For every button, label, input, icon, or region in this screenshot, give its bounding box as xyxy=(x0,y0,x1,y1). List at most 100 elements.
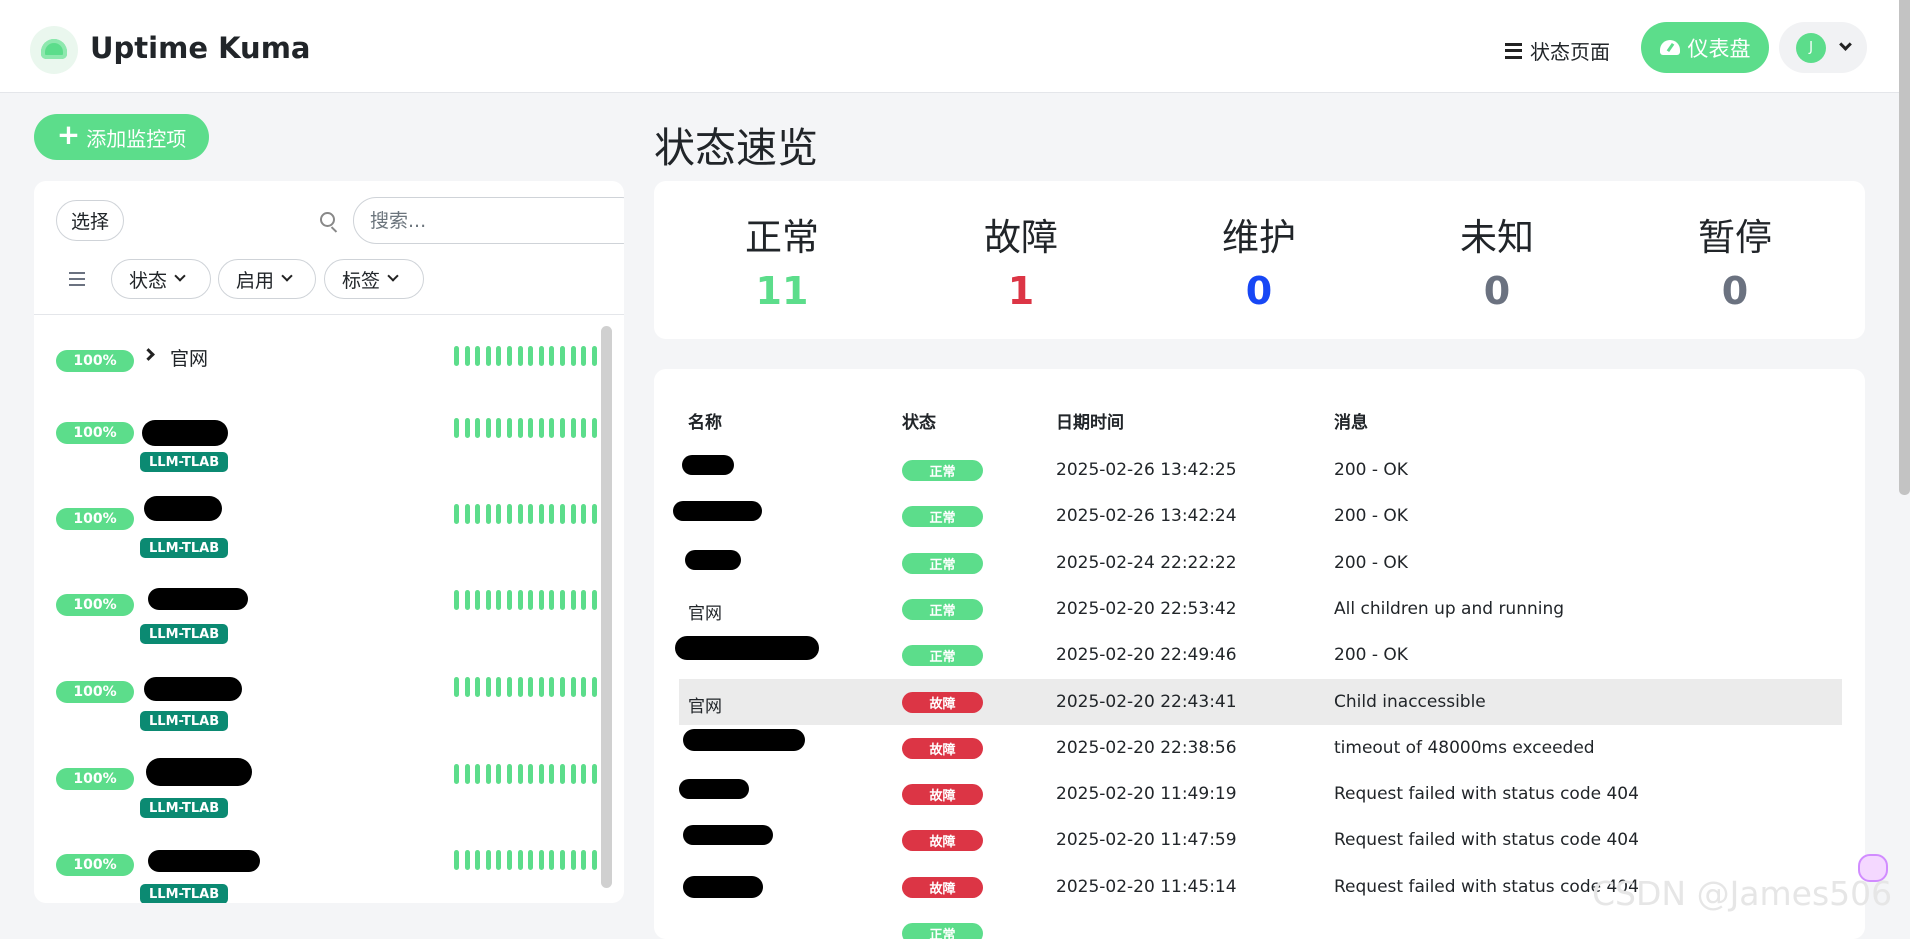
table-row[interactable]: 官网 正常 2025-02-20 22:53:42 All children up a… xyxy=(679,586,1842,632)
heartbeat-tick xyxy=(581,850,587,870)
search-icon xyxy=(320,212,335,227)
redacted-name xyxy=(682,455,734,475)
table-row[interactable]: 正常 2025-02-20 22:49:46 200 - OK xyxy=(675,632,1842,678)
heartbeat-tick xyxy=(517,850,523,870)
tags-filter-button[interactable]: 标签 xyxy=(324,259,424,299)
redacted-name xyxy=(148,588,248,610)
heartbeat-tick xyxy=(464,590,470,610)
uptime-badge: 100% xyxy=(56,854,134,876)
profile-menu[interactable]: J xyxy=(1779,22,1867,73)
uptime-badge: 100% xyxy=(56,768,134,790)
dashboard-button[interactable]: 仪表盘 xyxy=(1641,22,1769,73)
table-row[interactable]: 正常 2025-02-26 13:42:25 200 - OK xyxy=(679,447,1842,493)
event-datetime: 2025-02-20 22:43:41 xyxy=(1056,691,1237,712)
page-scrollbar[interactable] xyxy=(1899,0,1910,495)
status-badge: 正常 xyxy=(902,552,983,574)
tag-badge: LLM-TLAB xyxy=(140,624,229,644)
column-header-datetime: 日期时间 xyxy=(1056,413,1124,433)
dashboard-label: 仪表盘 xyxy=(1687,36,1751,61)
status-badge: 正常 xyxy=(902,460,983,481)
status-badge: 故障 xyxy=(902,876,983,898)
page-title: 状态速览 xyxy=(654,124,818,172)
heartbeat-tick xyxy=(464,504,470,524)
uptime-badge: 100% xyxy=(56,350,134,372)
top-navbar: Uptime Kuma 状态页面 仪表盘 J xyxy=(0,0,1900,93)
redacted-name xyxy=(683,875,763,898)
stat-label: 维护 xyxy=(1222,216,1296,259)
tag-badge: LLM-TLAB xyxy=(140,711,229,731)
heartbeat-tick xyxy=(454,764,459,784)
heartbeat-tick xyxy=(559,677,565,697)
chevron-right-icon[interactable] xyxy=(142,348,155,361)
heartbeat-tick xyxy=(591,346,597,366)
tags-filter-label: 标签 xyxy=(342,269,381,292)
heartbeat-tick xyxy=(528,764,534,784)
uptime-badge: 100% xyxy=(56,422,134,444)
redacted-name xyxy=(673,501,762,522)
gauge-icon xyxy=(1659,40,1680,55)
brand-title[interactable]: Uptime Kuma xyxy=(90,31,311,65)
heartbeat-tick xyxy=(591,504,597,524)
monitor-list-scrollbar[interactable] xyxy=(601,326,612,888)
heartbeat-tick xyxy=(475,764,481,784)
heartbeat-tick xyxy=(549,850,555,870)
table-row[interactable]: 官网 故障 2025-02-20 22:43:41 Child inaccessibl… xyxy=(679,678,1842,725)
heartbeat-bar xyxy=(454,850,597,870)
tag-badge: LLM-TLAB xyxy=(140,452,229,472)
status-pages-link[interactable]: 状态页面 xyxy=(1505,36,1610,65)
filter-list-icon[interactable] xyxy=(69,272,85,286)
table-row[interactable]: 故障 2025-02-20 22:38:56 timeout of 48000ms … xyxy=(679,725,1842,771)
event-datetime: 2025-02-26 13:42:25 xyxy=(1056,460,1237,480)
event-message: 200 - OK xyxy=(1334,506,1408,527)
status-badge: 正常 xyxy=(902,645,983,667)
heartbeat-tick xyxy=(528,677,534,697)
column-header-name: 名称 xyxy=(688,413,722,433)
stat-label: 暂停 xyxy=(1698,216,1772,259)
select-button[interactable]: 选择 xyxy=(56,200,124,241)
heartbeat-tick xyxy=(485,764,491,784)
search-input[interactable] xyxy=(353,197,624,244)
heartbeat-tick xyxy=(591,590,597,610)
uptime-kuma-logo-icon[interactable] xyxy=(30,26,78,74)
heartbeat-tick xyxy=(496,504,502,524)
status-badge: 故障 xyxy=(902,830,983,852)
status-summary-card: 正常 11 故障 1 维护 0 未知 0 暂停 0 xyxy=(654,181,1865,339)
heartbeat-tick xyxy=(496,850,502,870)
event-datetime: 2025-02-20 22:49:46 xyxy=(1056,645,1237,666)
heartbeat-tick xyxy=(506,677,512,697)
status-filter-button[interactable]: 状态 xyxy=(111,259,211,299)
table-row[interactable]: 故障 2025-02-20 11:49:19 Request failed with… xyxy=(679,771,1842,817)
active-filter-button[interactable]: 启用 xyxy=(218,259,316,299)
avatar: J xyxy=(1796,32,1826,63)
heartbeat-tick xyxy=(517,418,523,438)
heartbeat-tick xyxy=(517,346,523,366)
event-message: timeout of 48000ms exceeded xyxy=(1334,737,1595,758)
table-row[interactable]: 正常 2025-02-24 22:22:22 200 - OK xyxy=(679,540,1842,586)
status-pages-label: 状态页面 xyxy=(1530,40,1610,64)
stat-value: 0 xyxy=(1483,269,1511,313)
uptime-badge: 100% xyxy=(56,681,134,703)
heartbeat-tick xyxy=(581,590,587,610)
stat-down: 故障 1 xyxy=(941,207,1101,313)
heartbeat-tick xyxy=(517,677,523,697)
event-message: Child inaccessible xyxy=(1334,691,1486,712)
heartbeat-tick xyxy=(496,590,502,610)
redacted-name xyxy=(148,850,260,872)
heartbeat-tick xyxy=(559,418,565,438)
heartbeat-tick xyxy=(549,504,555,524)
heartbeat-bar xyxy=(454,764,597,784)
heartbeat-tick xyxy=(570,504,576,524)
heartbeat-tick xyxy=(559,590,565,610)
redacted-name xyxy=(144,496,222,521)
table-row[interactable]: 正常 2025-02-26 13:42:24 200 - OK xyxy=(673,493,1842,539)
stat-label: 故障 xyxy=(984,216,1058,259)
heartbeat-tick xyxy=(464,346,470,366)
heartbeat-tick xyxy=(591,418,597,438)
add-monitor-button[interactable]: + 添加监控项 xyxy=(34,114,209,160)
heartbeat-tick xyxy=(464,677,470,697)
heartbeat-tick xyxy=(475,677,481,697)
heartbeat-tick xyxy=(549,346,555,366)
heartbeat-tick xyxy=(549,764,555,784)
table-row[interactable]: 故障 2025-02-20 11:47:59 Request failed with… xyxy=(679,817,1842,863)
heartbeat-tick xyxy=(528,418,534,438)
